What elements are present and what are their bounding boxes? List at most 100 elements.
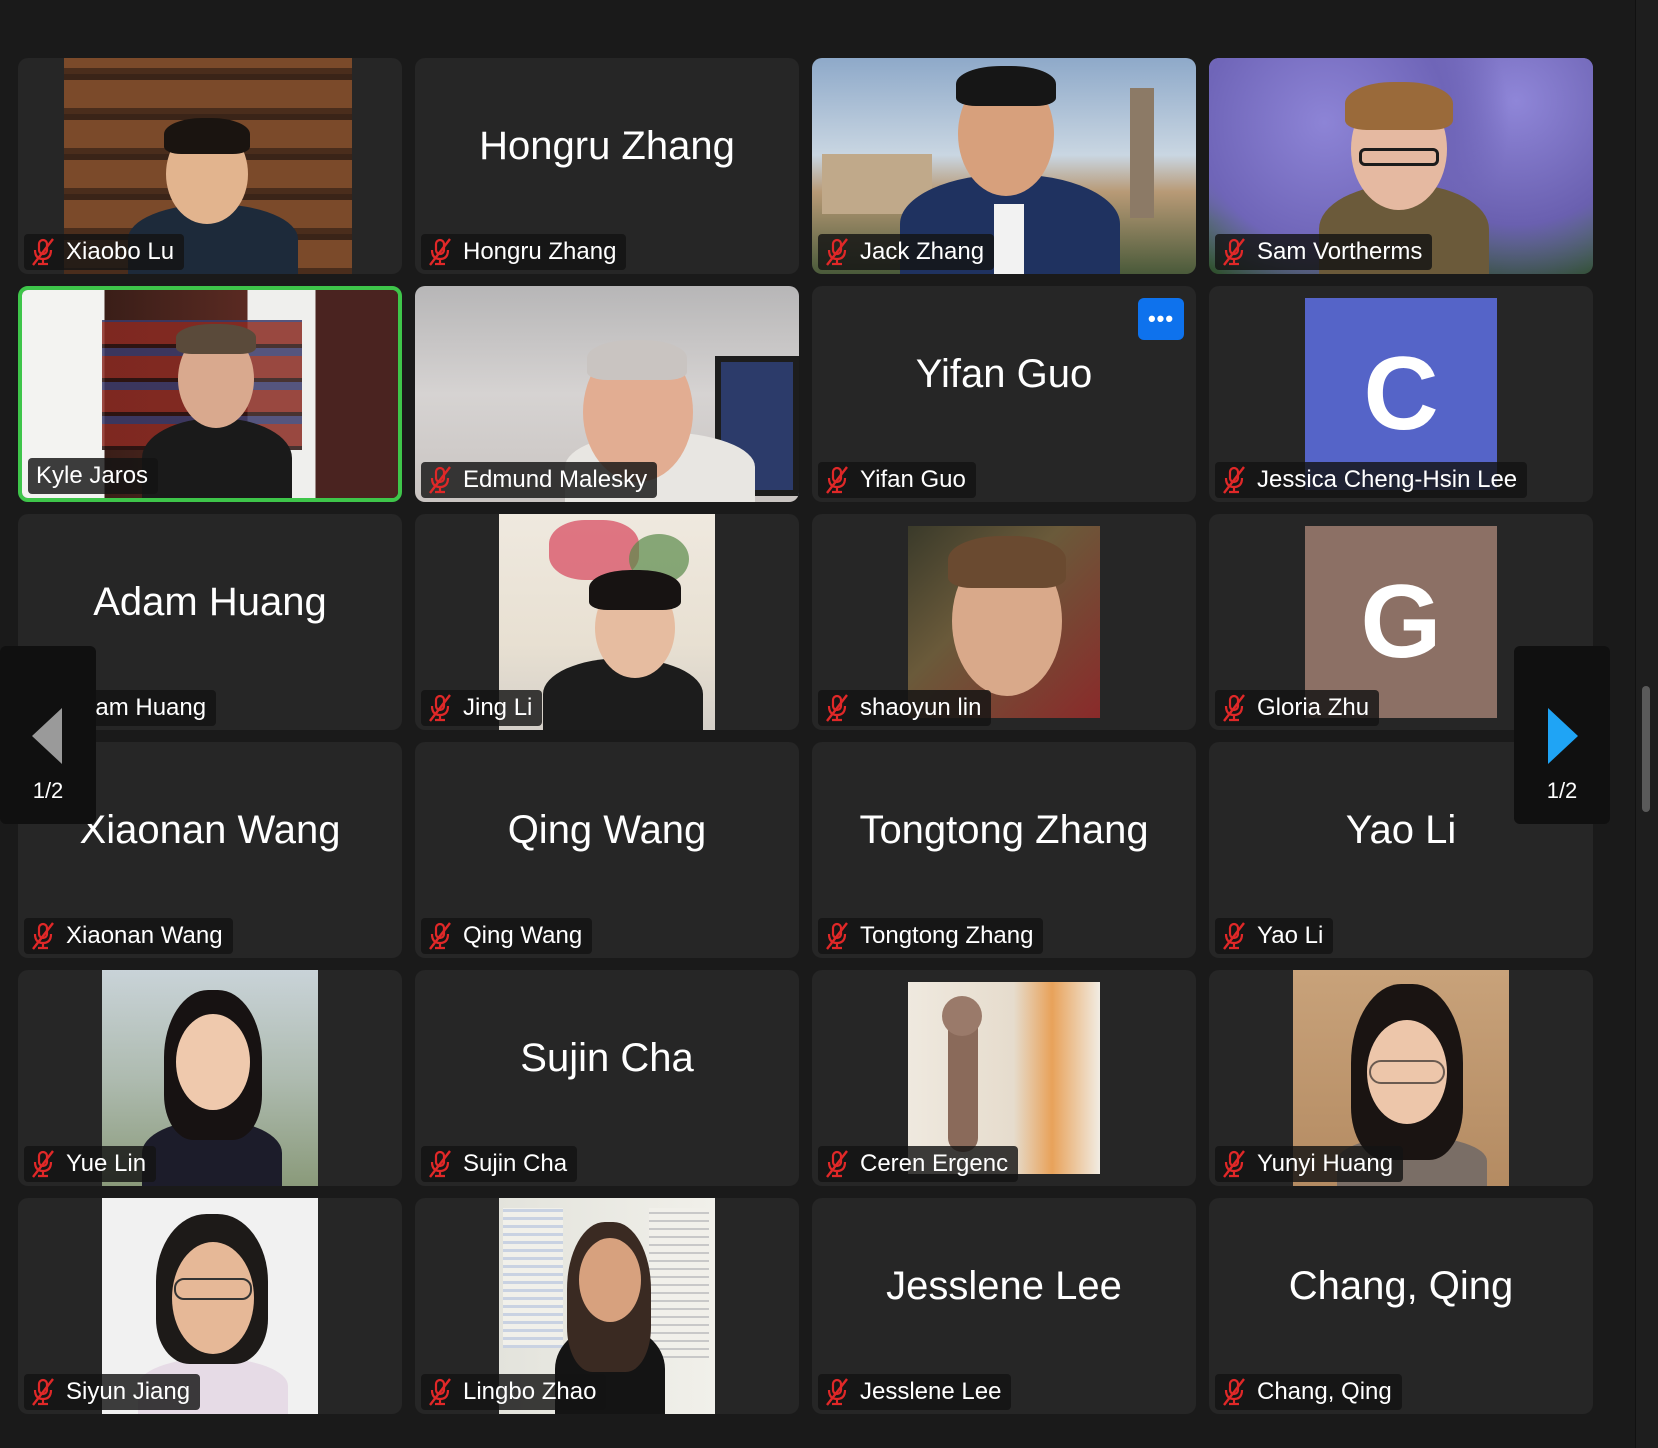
page-indicator: 1/2 (32, 778, 64, 803)
name-tag: Ceren Ergenc (818, 1146, 1019, 1182)
name-tag: Gloria Zhu (1215, 690, 1380, 726)
participant-name: Ceren Ergenc (860, 1150, 1009, 1177)
participant-tile[interactable]: Yunyi Huang (1209, 970, 1593, 1186)
arrow-left-icon (32, 708, 62, 764)
mic-muted-icon (427, 1378, 453, 1406)
name-tag: Jesslene Lee (818, 1374, 1012, 1410)
mic-muted-icon (427, 694, 453, 722)
participant-tile[interactable]: Ceren Ergenc (812, 970, 1196, 1186)
mic-muted-icon (30, 922, 56, 950)
name-tag: Hongru Zhang (421, 234, 627, 270)
participant-name: Yue Lin (66, 1150, 147, 1177)
participant-name: Gloria Zhu (1257, 694, 1370, 721)
participant-name: Chang, Qing (1257, 1378, 1392, 1405)
name-tag: Lingbo Zhao (421, 1374, 607, 1410)
participant-tile-active-speaker[interactable]: Kyle Jaros (18, 286, 402, 502)
participant-tile[interactable]: Sujin Cha Sujin Cha (415, 970, 799, 1186)
name-tag: Jack Zhang (818, 234, 995, 270)
participant-tile[interactable]: Lingbo Zhao (415, 1198, 799, 1414)
name-tag: Tongtong Zhang (818, 918, 1044, 954)
participant-tile[interactable]: C Jessica Cheng-Hsin Lee (1209, 286, 1593, 502)
mic-muted-icon (1221, 238, 1247, 266)
participant-tile[interactable]: Hongru Zhang Hongru Zhang (415, 58, 799, 274)
participant-name: Sam Vortherms (1257, 238, 1423, 265)
participant-name: Jessica Cheng-Hsin Lee (1257, 466, 1518, 493)
participant-gallery: Xiaobo Lu Hongru Zhang Hongru Zhang Jack… (18, 58, 1593, 1414)
name-tag: Yunyi Huang (1215, 1146, 1404, 1182)
participant-name: Hongru Zhang (463, 238, 617, 265)
participant-name: Siyun Jiang (66, 1378, 191, 1405)
participant-tile[interactable]: Edmund Malesky (415, 286, 799, 502)
participant-display-name: Tongtong Zhang (859, 807, 1149, 852)
scrollbar[interactable] (1635, 0, 1658, 1448)
participant-tile[interactable]: ••• Yifan Guo Yifan Guo (812, 286, 1196, 502)
participant-tile[interactable]: Jesslene Lee Jesslene Lee (812, 1198, 1196, 1414)
name-tag: shaoyun lin (818, 690, 992, 726)
mic-muted-icon (1221, 1378, 1247, 1406)
mic-muted-icon (1221, 1150, 1247, 1178)
mic-muted-icon (30, 1150, 56, 1178)
next-page-button[interactable]: 1/2 (1514, 646, 1610, 824)
participant-tile[interactable]: Chang, Qing Chang, Qing (1209, 1198, 1593, 1414)
participant-name: Sujin Cha (463, 1150, 568, 1177)
mic-muted-icon (1221, 922, 1247, 950)
participant-name: Yunyi Huang (1257, 1150, 1394, 1177)
mic-muted-icon (824, 1150, 850, 1178)
participant-display-name: Chang, Qing (1288, 1263, 1514, 1308)
mic-muted-icon (427, 466, 453, 494)
participant-tile[interactable]: Tongtong Zhang Tongtong Zhang (812, 742, 1196, 958)
name-tag: Yao Li (1215, 918, 1334, 954)
participant-name: Jack Zhang (860, 238, 985, 265)
participant-tile[interactable]: Qing Wang Qing Wang (415, 742, 799, 958)
name-tag: Yifan Guo (818, 462, 976, 498)
scrollbar-thumb[interactable] (1642, 686, 1650, 812)
previous-page-button[interactable]: 1/2 (0, 646, 96, 824)
name-tag: Sam Vortherms (1215, 234, 1433, 270)
mic-muted-icon (1221, 466, 1247, 494)
participant-name: Edmund Malesky (463, 466, 648, 493)
participant-tile[interactable]: Xiaobo Lu (18, 58, 402, 274)
participant-tile[interactable]: Yue Lin (18, 970, 402, 1186)
participant-tile[interactable]: Jing Li (415, 514, 799, 730)
name-tag: Chang, Qing (1215, 1374, 1402, 1410)
mic-muted-icon (427, 922, 453, 950)
participant-display-name: Jesslene Lee (886, 1263, 1122, 1308)
participant-tile[interactable]: Jack Zhang (812, 58, 1196, 274)
name-tag: Edmund Malesky (421, 462, 658, 498)
name-tag: Kyle Jaros (28, 458, 159, 494)
participant-display-name: Hongru Zhang (479, 123, 735, 168)
mic-muted-icon (824, 1378, 850, 1406)
participant-display-name: Sujin Cha (520, 1035, 694, 1080)
name-tag: Jing Li (421, 690, 543, 726)
mic-muted-icon (824, 466, 850, 494)
participant-name: Lingbo Zhao (463, 1378, 597, 1405)
participant-name: Jesslene Lee (860, 1378, 1002, 1405)
participant-name: shaoyun lin (860, 694, 982, 721)
arrow-right-icon (1548, 708, 1578, 764)
participant-tile[interactable]: Siyun Jiang (18, 1198, 402, 1414)
participant-name: Xiaonan Wang (66, 922, 223, 949)
mic-muted-icon (427, 1150, 453, 1178)
page-indicator: 1/2 (1546, 778, 1578, 803)
name-tag: Siyun Jiang (24, 1374, 201, 1410)
participant-name: Yifan Guo (860, 466, 966, 493)
participant-name: Yao Li (1257, 922, 1324, 949)
participant-display-name: Qing Wang (507, 807, 707, 852)
participant-tile[interactable]: shaoyun lin (812, 514, 1196, 730)
mic-muted-icon (427, 238, 453, 266)
participant-name: Tongtong Zhang (860, 922, 1034, 949)
participant-tile[interactable]: Sam Vortherms (1209, 58, 1593, 274)
name-tag: Yue Lin (24, 1146, 157, 1182)
name-tag: Qing Wang (421, 918, 593, 954)
mic-muted-icon (824, 694, 850, 722)
name-tag: Sujin Cha (421, 1146, 578, 1182)
participant-name: Jing Li (463, 694, 533, 721)
name-tag: Xiaonan Wang (24, 918, 233, 954)
mic-muted-icon (824, 238, 850, 266)
mic-muted-icon (824, 922, 850, 950)
name-tag: Xiaobo Lu (24, 234, 185, 270)
participant-name: Qing Wang (463, 922, 583, 949)
participant-name: Xiaobo Lu (66, 238, 175, 265)
participant-name: Kyle Jaros (36, 462, 149, 489)
name-tag: Jessica Cheng-Hsin Lee (1215, 462, 1528, 498)
